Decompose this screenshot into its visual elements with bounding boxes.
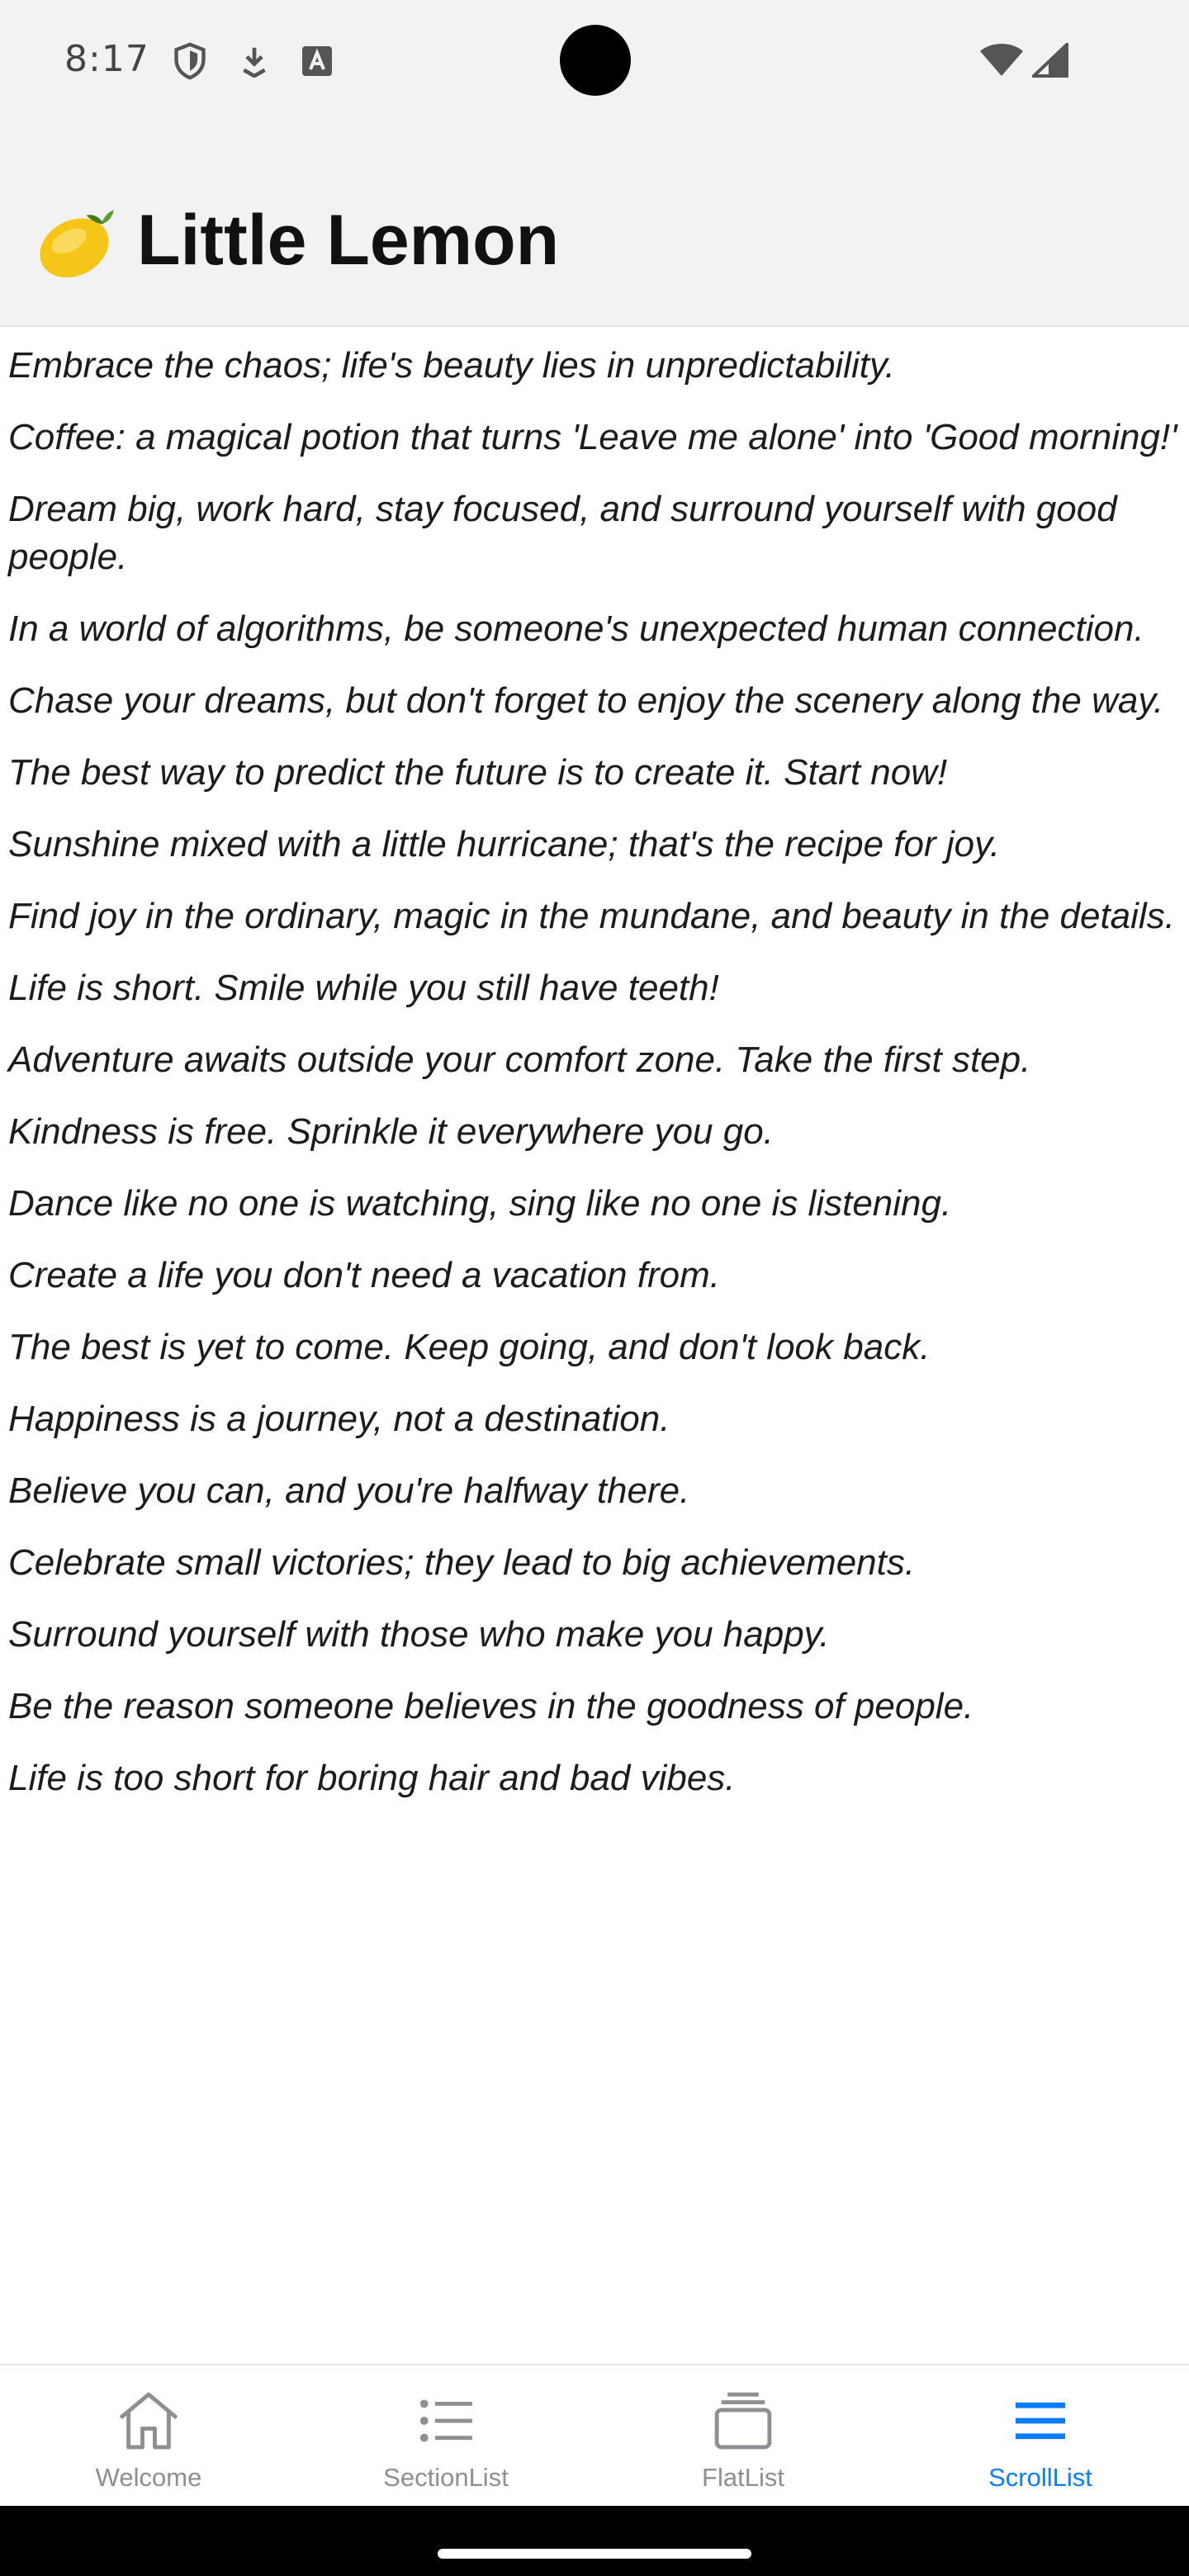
quote-item: The best way to predict the future is to… (8, 752, 948, 793)
system-navigation-bar (0, 2506, 1189, 2576)
tab-scrolllist-label: ScrollList (988, 2463, 1092, 2492)
app-header: Little Lemon (0, 116, 1189, 327)
quote-item: Chase your dreams, but don't forget to e… (8, 680, 1164, 721)
shield-icon (172, 41, 208, 84)
list-icon (409, 2384, 483, 2458)
quote-item: Coffee: a magical potion that turns 'Lea… (8, 417, 1177, 457)
tab-sectionlist[interactable]: SectionList (297, 2365, 594, 2506)
tab-sectionlist-label: SectionList (383, 2463, 509, 2492)
quote-item: Be the reason someone believes in the go… (8, 1686, 974, 1726)
keyboard-a-icon (301, 45, 334, 81)
tab-scrolllist[interactable]: ScrollList (892, 2365, 1189, 2506)
status-bar: 8:17 (0, 0, 1189, 116)
quote-item: Adventure awaits outside your comfort zo… (8, 1039, 1031, 1080)
app-screen: 8:17 Little Lemon Embrace the chaos; lif… (0, 0, 1189, 2576)
quote-item: In a world of algorithms, be someone's u… (8, 608, 1144, 649)
quote-item: Happiness is a journey, not a destinatio… (8, 1399, 670, 1439)
quote-item: Dream big, work hard, stay focused, and … (8, 489, 1117, 577)
quote-item: Life is short. Smile while you still hav… (8, 968, 719, 1008)
quote-item: The best is yet to come. Keep going, and… (8, 1327, 931, 1367)
quote-scroll-list[interactable]: Embrace the chaos; life's beauty lies in… (0, 329, 1189, 2364)
cellular-signal-icon (1029, 40, 1068, 81)
home-icon (111, 2384, 186, 2458)
wifi-icon (979, 43, 1024, 81)
status-time: 8:17 (64, 38, 149, 80)
quote-item: Dance like no one is watching, sing like… (8, 1183, 952, 1224)
tab-flatlist[interactable]: FlatList (594, 2365, 892, 2506)
tab-welcome[interactable]: Welcome (0, 2365, 297, 2506)
quote-item: Kindness is free. Sprinkle it everywhere… (8, 1111, 774, 1152)
quote-item: Life is too short for boring hair and ba… (8, 1758, 736, 1798)
tab-welcome-label: Welcome (95, 2463, 202, 2492)
quote-item: Embrace the chaos; life's beauty lies in… (8, 345, 895, 386)
quote-item: Create a life you don't need a vacation … (8, 1255, 721, 1295)
quote-item: Surround yourself with those who make yo… (8, 1614, 830, 1655)
quote-item: Find joy in the ordinary, magic in the m… (8, 896, 1175, 936)
quote-item: Sunshine mixed with a little hurricane; … (8, 824, 1001, 864)
quote-item: Believe you can, and you're halfway ther… (8, 1470, 690, 1511)
lemon-emoji-icon (31, 198, 117, 284)
home-gesture-handle[interactable] (438, 2549, 751, 2559)
page-title: Little Lemon (137, 201, 560, 280)
stack-icon (706, 2384, 780, 2458)
tab-flatlist-label: FlatList (702, 2463, 784, 2492)
quote-item: Celebrate small victories; they lead to … (8, 1542, 916, 1583)
menu-icon (1003, 2384, 1078, 2458)
bottom-tab-bar: Welcome SectionList FlatList ScrollList (0, 2364, 1189, 2506)
download-icon (239, 45, 269, 81)
camera-cutout (560, 25, 631, 96)
